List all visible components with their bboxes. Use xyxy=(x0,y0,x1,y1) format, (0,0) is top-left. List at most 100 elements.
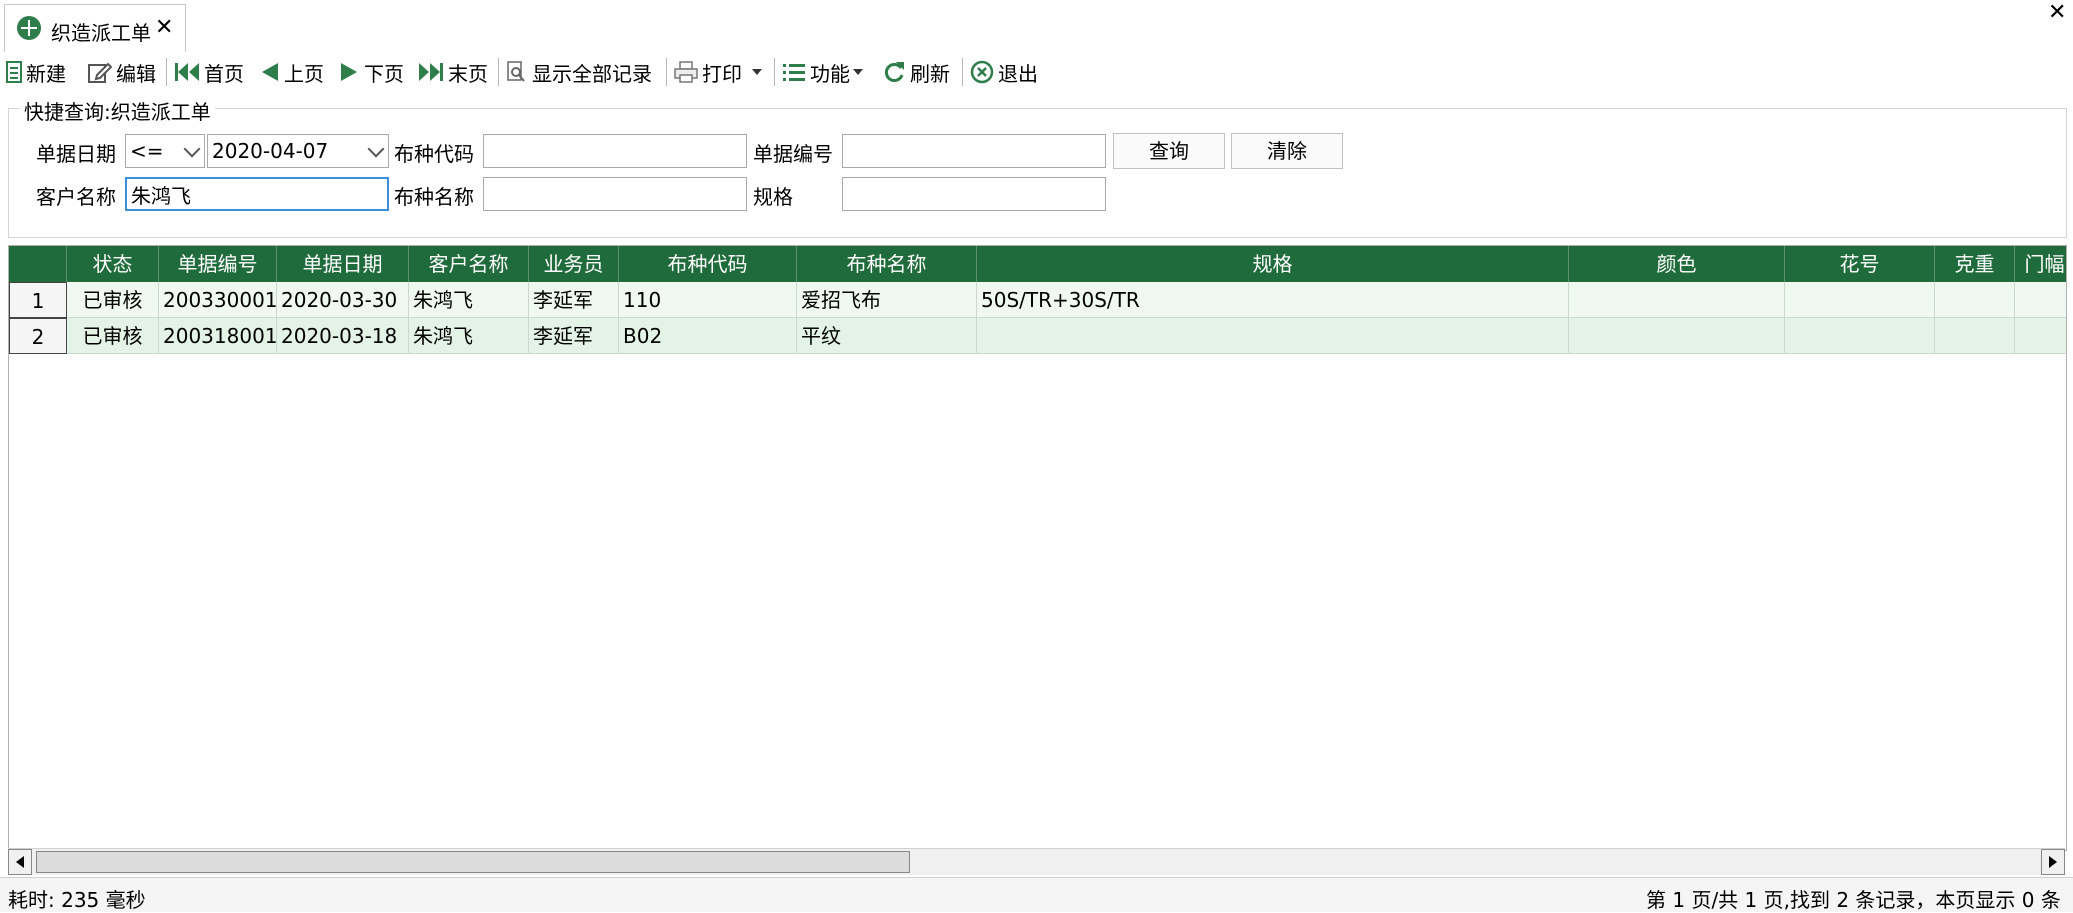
toolbar-separator xyxy=(666,58,667,86)
first-page-label: 首页 xyxy=(204,61,244,86)
tab-label: 织造派工单 xyxy=(51,21,151,45)
spec-input[interactable] xyxy=(842,177,1106,211)
horizontal-scrollbar[interactable] xyxy=(8,848,2065,875)
new-label: 新建 xyxy=(26,61,66,86)
date-label: 单据日期 xyxy=(36,142,116,166)
next-page-button[interactable]: 下页 xyxy=(338,58,404,86)
cell-pattern xyxy=(1785,318,1935,354)
cell-status: 已审核 xyxy=(67,318,159,354)
quick-query-group xyxy=(8,108,2067,238)
fabric-code-input[interactable] xyxy=(483,134,747,168)
column-header-spec[interactable]: 规格 xyxy=(977,246,1569,282)
prev-page-button[interactable]: 上页 xyxy=(258,58,324,86)
print-button[interactable]: 打印 xyxy=(674,58,768,86)
column-header-fabric-code[interactable]: 布种代码 xyxy=(619,246,797,282)
window-close-icon[interactable]: ✕ xyxy=(2048,0,2066,25)
column-header-pattern[interactable]: 花号 xyxy=(1785,246,1935,282)
column-header-customer[interactable]: 客户名称 xyxy=(409,246,529,282)
toolbar-separator xyxy=(774,58,775,86)
toolbar-separator xyxy=(962,58,963,86)
chevron-down-icon xyxy=(853,69,863,75)
scroll-left-button[interactable] xyxy=(8,849,32,875)
customer-label: 客户名称 xyxy=(36,185,116,209)
globe-icon xyxy=(17,16,41,40)
show-all-button[interactable]: 显示全部记录 xyxy=(506,58,652,86)
row-number[interactable]: 1 xyxy=(9,282,67,318)
quick-query-title: 快捷查询:织造派工单 xyxy=(20,96,215,125)
date-operator-select[interactable]: <= xyxy=(125,134,205,168)
cell-fabric-code: B02 xyxy=(619,318,797,354)
column-header-color[interactable]: 颜色 xyxy=(1569,246,1785,282)
column-header-doc-no[interactable]: 单据编号 xyxy=(159,246,277,282)
fabric-code-label: 布种代码 xyxy=(394,142,474,166)
first-page-button[interactable]: 首页 xyxy=(174,58,244,86)
next-page-icon xyxy=(341,63,357,81)
last-page-button[interactable]: 末页 xyxy=(418,58,488,86)
column-header-weight[interactable]: 克重 xyxy=(1935,246,2015,282)
chevron-left-icon xyxy=(16,856,24,868)
data-grid: 状态 单据编号 单据日期 客户名称 业务员 布种代码 布种名称 规格 颜色 花号… xyxy=(8,245,2067,851)
cell-doc-no: 200318001 xyxy=(159,318,277,354)
cell-color xyxy=(1569,318,1785,354)
column-header-rownum xyxy=(9,246,67,282)
exit-icon xyxy=(970,60,994,84)
chevron-down-icon xyxy=(183,140,201,158)
query-button[interactable]: 查询 xyxy=(1113,133,1225,169)
function-button[interactable]: 功能 xyxy=(782,58,868,86)
cell-customer: 朱鸿飞 xyxy=(409,282,529,318)
cell-date: 2020-03-18 xyxy=(277,318,409,354)
prev-page-label: 上页 xyxy=(284,61,324,86)
fabric-name-input[interactable] xyxy=(483,177,747,211)
cell-width xyxy=(2015,282,2066,318)
first-page-icon xyxy=(175,63,199,81)
spec-label: 规格 xyxy=(753,185,793,209)
edit-button[interactable]: 编辑 xyxy=(88,58,156,86)
column-header-status[interactable]: 状态 xyxy=(67,246,159,282)
tab-document[interactable]: 织造派工单 ✕ xyxy=(4,4,186,53)
cell-weight xyxy=(1935,318,2015,354)
scroll-right-button[interactable] xyxy=(2041,849,2065,875)
column-header-fabric-name[interactable]: 布种名称 xyxy=(797,246,977,282)
edit-label: 编辑 xyxy=(116,61,156,86)
cell-status: 已审核 xyxy=(67,282,159,318)
column-header-salesman[interactable]: 业务员 xyxy=(529,246,619,282)
chevron-down-icon xyxy=(367,140,385,158)
cell-fabric-code: 110 xyxy=(619,282,797,318)
refresh-label: 刷新 xyxy=(910,61,950,86)
doc-no-input[interactable] xyxy=(842,134,1106,168)
cell-spec xyxy=(977,318,1569,354)
tab-close-icon[interactable]: ✕ xyxy=(155,15,173,40)
cell-width xyxy=(2015,318,2066,354)
cell-customer: 朱鸿飞 xyxy=(409,318,529,354)
tab-bar xyxy=(0,0,2073,53)
new-document-icon xyxy=(6,61,22,83)
edit-icon xyxy=(88,62,112,83)
exit-button[interactable]: 退出 xyxy=(970,58,1038,86)
row-number[interactable]: 2 xyxy=(9,318,67,354)
table-row[interactable]: 1 已审核 200330001 2020-03-30 朱鸿飞 李延军 110 爱… xyxy=(9,282,2066,318)
refresh-button[interactable]: 刷新 xyxy=(882,58,950,86)
clear-button[interactable]: 清除 xyxy=(1231,133,1343,169)
cell-spec: 50S/TR+30S/TR xyxy=(977,282,1569,318)
date-value: 2020-04-07 xyxy=(212,139,329,163)
scrollbar-thumb[interactable] xyxy=(36,851,910,873)
column-header-width[interactable]: 门幅 xyxy=(2015,246,2066,282)
new-button[interactable]: 新建 xyxy=(6,58,66,86)
cell-salesman: 李延军 xyxy=(529,282,619,318)
table-row[interactable]: 2 已审核 200318001 2020-03-18 朱鸿飞 李延军 B02 平… xyxy=(9,318,2066,354)
cell-salesman: 李延军 xyxy=(529,318,619,354)
customer-input[interactable] xyxy=(125,177,389,211)
exit-label: 退出 xyxy=(998,61,1038,86)
printer-icon xyxy=(674,61,698,83)
cell-fabric-name: 平纹 xyxy=(797,318,977,354)
fabric-name-label: 布种名称 xyxy=(394,185,474,209)
toolbar-separator xyxy=(166,58,167,86)
print-label: 打印 xyxy=(702,61,742,86)
column-header-date[interactable]: 单据日期 xyxy=(277,246,409,282)
date-picker[interactable]: 2020-04-07 xyxy=(207,134,389,168)
date-operator-value: <= xyxy=(130,139,164,163)
cell-pattern xyxy=(1785,282,1935,318)
paging-info-container: 第 1 页/共 1 页,找到 2 条记录，本页显示 0 条 xyxy=(1640,877,2065,911)
cell-fabric-name: 爱招飞布 xyxy=(797,282,977,318)
cell-date: 2020-03-30 xyxy=(277,282,409,318)
